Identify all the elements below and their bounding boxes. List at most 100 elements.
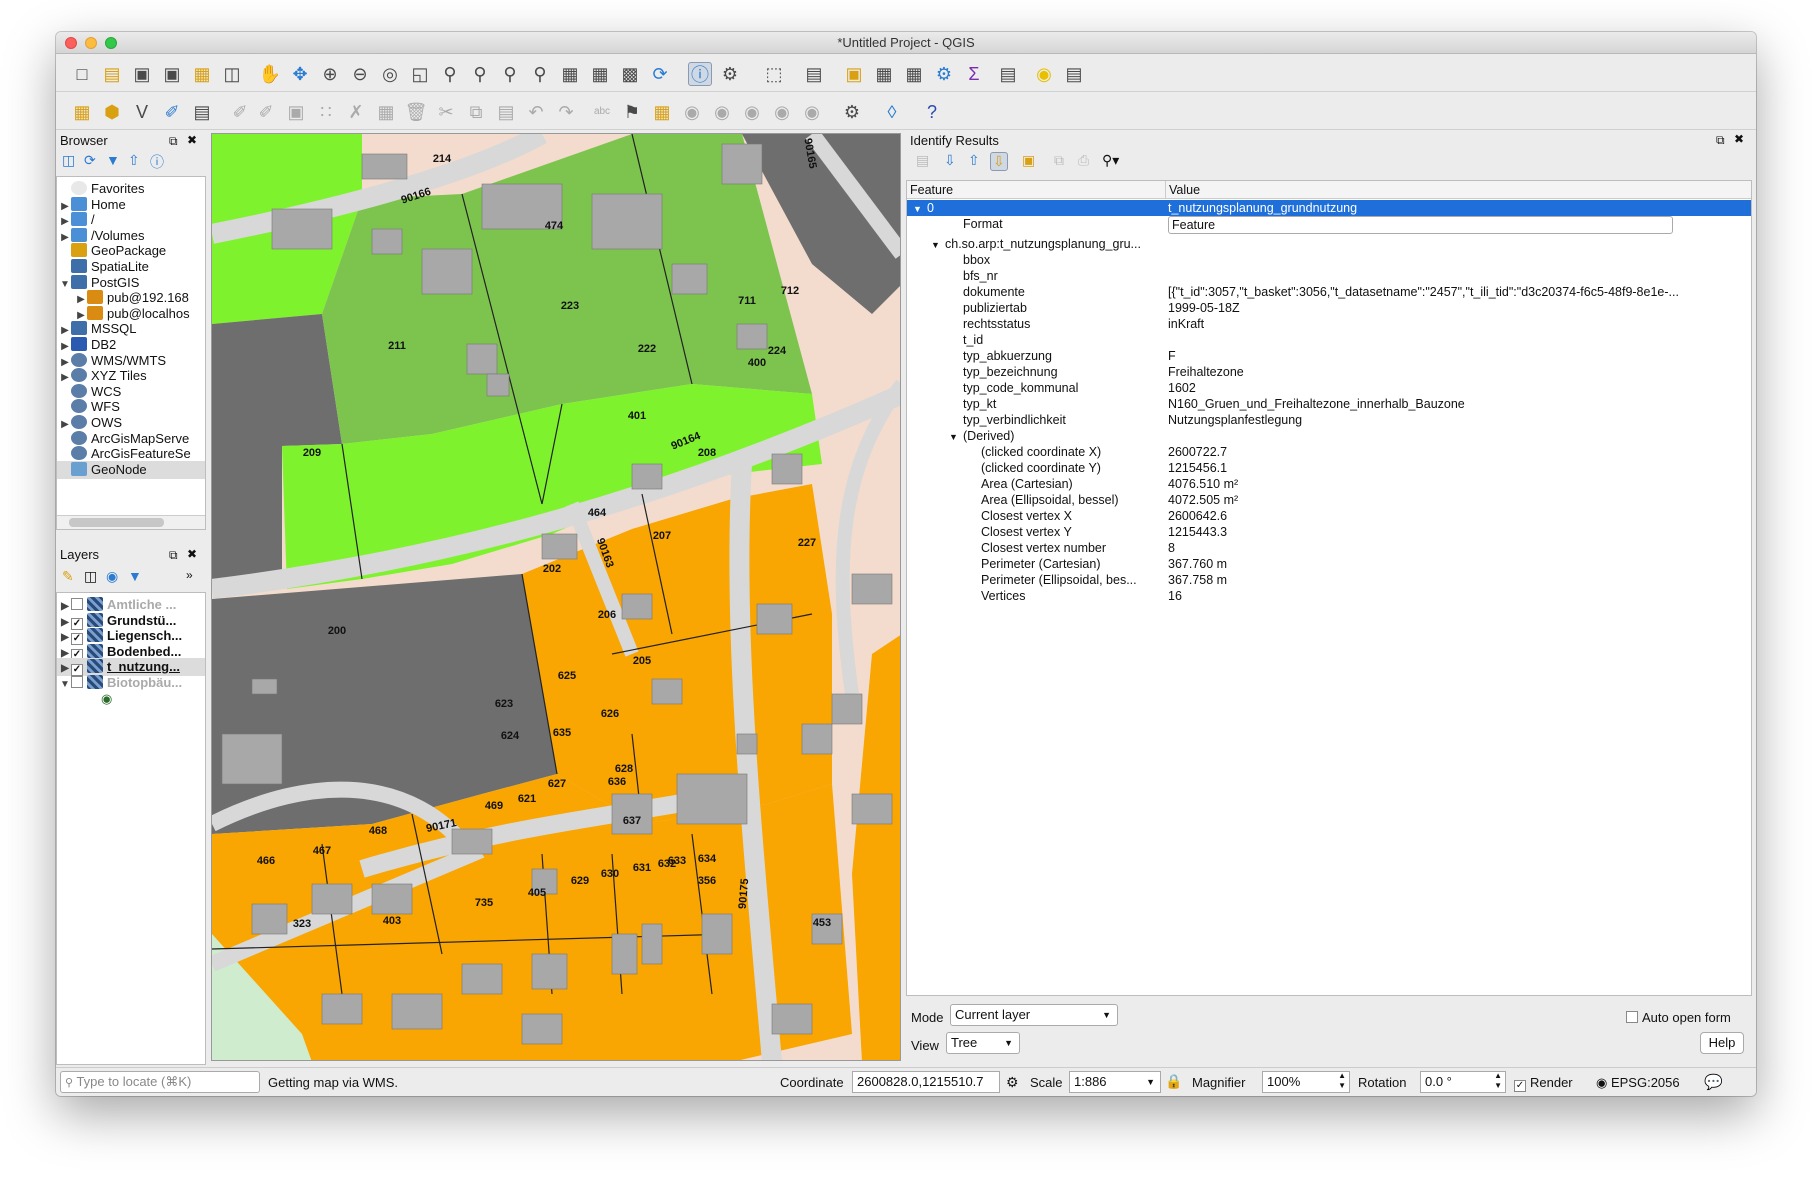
browser-item[interactable]: GeoNode <box>57 460 205 479</box>
checkbox[interactable] <box>1626 1011 1638 1023</box>
identify-row[interactable]: typ_code_kommunal 1602 <box>907 380 1751 396</box>
paste-icon[interactable]: ▤ <box>494 100 518 124</box>
zoom-out-icon[interactable]: ⊖ <box>348 62 372 86</box>
render-checkbox[interactable]: ✓ Render <box>1514 1075 1573 1092</box>
expand-tree-icon[interactable]: ▤ <box>916 152 929 169</box>
new-geopackage-icon[interactable]: ⬢ <box>100 100 124 124</box>
change-label-icon[interactable]: ◉ <box>800 100 824 124</box>
pin-labels-icon[interactable]: ▦ <box>650 100 674 124</box>
rotation-spinbox[interactable]: 0.0 ° ▲ ▼ <box>1420 1071 1506 1093</box>
column-feature[interactable]: Feature <box>910 181 953 199</box>
clear-results-icon[interactable]: ▣ <box>1022 152 1035 169</box>
lock-scale-icon[interactable]: 🔒 <box>1165 1073 1182 1090</box>
zoom-layer-icon[interactable]: ⚲ <box>468 62 492 86</box>
move-label-icon[interactable]: ◉ <box>740 100 764 124</box>
column-value[interactable]: Value <box>1169 181 1200 199</box>
deselect-icon[interactable]: ▣ <box>842 62 866 86</box>
chevron-down-icon[interactable]: ▼ <box>949 429 963 445</box>
select-value-icon[interactable]: ▤ <box>802 62 826 86</box>
close-dock-icon[interactable]: ✖ <box>187 133 197 147</box>
identify-mode-icon[interactable]: ⚲▾ <box>1102 152 1119 169</box>
chevron-down-icon[interactable]: ▼ <box>931 237 945 253</box>
map-canvas[interactable]: 214 474 90166 90165 223 211 222 711 712 224 400 401… <box>211 133 901 1061</box>
identify-row[interactable]: ▼ ch.so.arp:t_nutzungsplanung_gru... <box>907 236 1751 252</box>
select-features-icon[interactable]: ⬚ <box>762 62 786 86</box>
scale-select[interactable]: 1:886 ▼ <box>1069 1071 1161 1093</box>
run-action-icon[interactable]: ⚙ <box>718 62 742 86</box>
pan-icon[interactable]: ✋ <box>258 62 282 86</box>
zoom-full-icon[interactable]: ◱ <box>408 62 432 86</box>
toggle-extent-icon[interactable]: ⚙ <box>1006 1074 1019 1091</box>
identify-row[interactable]: bbox <box>907 252 1751 268</box>
manage-themes-icon[interactable]: ◉ <box>106 568 118 585</box>
save-edits-icon[interactable]: ▣ <box>284 100 308 124</box>
identify-value[interactable]: Feature <box>1168 216 1673 234</box>
zoom-next-icon[interactable]: ⚲ <box>528 62 552 86</box>
add-group-icon[interactable]: ◫ <box>84 568 97 585</box>
current-edits-icon[interactable]: ✐ <box>228 100 252 124</box>
text-annotation-icon[interactable]: ▤ <box>1062 62 1086 86</box>
magnifier-spinbox[interactable]: 100% ▲ ▼ <box>1262 1071 1350 1093</box>
auto-open-form-checkbox[interactable]: Auto open form <box>1626 1010 1731 1025</box>
redo-icon[interactable]: ↷ <box>554 100 578 124</box>
new-print-layout-icon[interactable]: ▦ <box>190 62 214 86</box>
identify-row[interactable]: Area (Cartesian) 4076.510 m² <box>907 476 1751 492</box>
collapse-all-icon[interactable]: ⇧ <box>128 152 140 169</box>
identify-row[interactable]: Closest vertex X 2600642.6 <box>907 508 1751 524</box>
messages-icon[interactable]: 💬 <box>1704 1073 1723 1091</box>
close-dock-icon[interactable]: ✖ <box>1734 132 1744 146</box>
new-map-view-icon[interactable]: ▦ <box>558 62 582 86</box>
zoom-in-icon[interactable]: ⊕ <box>318 62 342 86</box>
refresh-icon[interactable]: ⟳ <box>648 62 672 86</box>
spin-arrows-icon[interactable]: ▲ ▼ <box>1494 1072 1502 1091</box>
show-hide-labels-icon[interactable]: ◉ <box>710 100 734 124</box>
identify-row[interactable]: typ_verbindlichkeit Nutzungsplanfestlegun… <box>907 412 1751 428</box>
undo-icon[interactable]: ↶ <box>524 100 548 124</box>
rotate-label-icon[interactable]: ◉ <box>770 100 794 124</box>
identify-row[interactable]: dokumente [{"t_id":3057,"t_basket":3056,"… <box>907 284 1751 300</box>
zoom-last-icon[interactable]: ⚲ <box>498 62 522 86</box>
browser-hscrollbar[interactable] <box>57 515 205 529</box>
identify-row[interactable]: ▼ (Derived) <box>907 428 1751 444</box>
copy-feature-icon[interactable]: ⧉ <box>1054 152 1064 169</box>
map-svg[interactable]: 2144749016690165223211 222711712224400401… <box>212 134 901 1061</box>
identify-row[interactable]: typ_kt N160_Gruen_und_Freihaltezone_inner… <box>907 396 1751 412</box>
measure-icon[interactable]: ▤ <box>996 62 1020 86</box>
data-source-manager-icon[interactable]: ▦ <box>70 100 94 124</box>
save-project-icon[interactable]: ▣ <box>130 62 154 86</box>
chevron-down-icon[interactable]: ▼ <box>59 676 71 694</box>
new-project-icon[interactable]: □ <box>70 62 94 86</box>
filter-browser-icon[interactable]: ▼ <box>106 152 120 168</box>
layer-item[interactable]: ▼ Biotopbäu... <box>57 674 182 692</box>
properties-icon[interactable]: ⓘ <box>150 152 164 172</box>
identify-row[interactable]: publiziertab 1999-05-18Z <box>907 300 1751 316</box>
add-vector-icon[interactable]: V <box>130 100 154 124</box>
bookmark-icon[interactable]: ▩ <box>618 62 642 86</box>
layer-labeling-icon[interactable]: ⚑ <box>620 100 644 124</box>
close-window-button[interactable] <box>65 37 77 49</box>
open-project-icon[interactable]: ▤ <box>100 62 124 86</box>
print-icon[interactable]: ⎙ <box>1078 152 1089 169</box>
layer-visibility-checkbox[interactable] <box>71 676 83 688</box>
identify-row[interactable]: Closest vertex number 8 <box>907 540 1751 556</box>
delete-icon[interactable]: 🗑 <box>404 100 428 124</box>
zoom-selection-icon[interactable]: ⚲ <box>438 62 462 86</box>
identify-row[interactable]: rechtsstatus inKraft <box>907 316 1751 332</box>
layout-manager-icon[interactable]: ◫ <box>220 62 244 86</box>
add-spatialite-icon[interactable]: ✐ <box>160 100 184 124</box>
expand-new-icon[interactable]: ⇩ <box>990 152 1008 171</box>
style-manager-icon[interactable]: ✎ <box>62 568 74 585</box>
crs-button[interactable]: ◉ EPSG:2056 <box>1596 1075 1680 1091</box>
save-as-icon[interactable]: ▣ <box>160 62 184 86</box>
plugin-icon[interactable]: ⚙ <box>840 100 864 124</box>
copy-icon[interactable]: ⧉ <box>464 100 488 124</box>
help-contents-icon[interactable]: ? <box>920 100 944 124</box>
python-icon[interactable]: ◊ <box>880 100 904 124</box>
layer-visibility-checkbox[interactable] <box>71 598 83 610</box>
pan-to-selection-icon[interactable]: ✥ <box>288 62 312 86</box>
vertex-tool-icon[interactable]: ✗ <box>344 100 368 124</box>
toggle-editing-icon[interactable]: ✐ <box>254 100 278 124</box>
chevron-down-icon[interactable]: ▼ <box>913 201 927 217</box>
help-button[interactable]: Help <box>1700 1032 1744 1054</box>
identify-row[interactable]: Area (Ellipsoidal, bessel) 4072.505 m² <box>907 492 1751 508</box>
